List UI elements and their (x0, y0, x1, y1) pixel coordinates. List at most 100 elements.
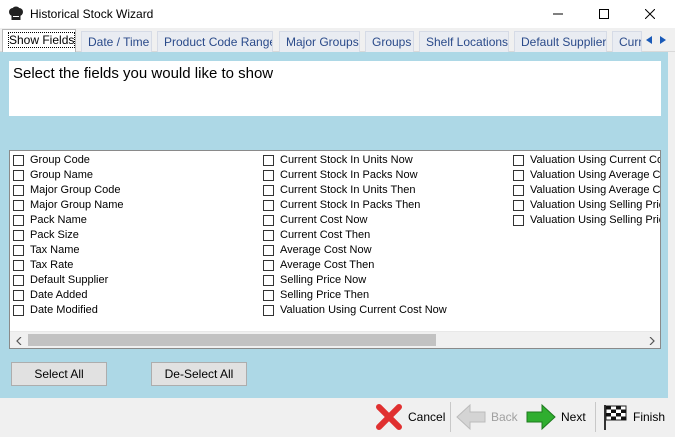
checkbox[interactable] (513, 185, 524, 196)
footer-separator (595, 402, 596, 432)
checkbox[interactable] (13, 230, 24, 241)
finish-button[interactable]: Finish (601, 400, 665, 434)
chevron-right-icon (649, 336, 655, 345)
field-item[interactable]: Valuation Using Average C (510, 168, 660, 183)
checkbox[interactable] (263, 245, 274, 256)
checkbox[interactable] (263, 155, 274, 166)
field-item[interactable]: Average Cost Then (260, 258, 510, 273)
chef-hat-icon (9, 6, 23, 20)
tab-date-time[interactable]: Date / Time (81, 31, 152, 52)
close-button[interactable] (627, 0, 673, 28)
checkbox[interactable] (13, 260, 24, 271)
scroll-left-button[interactable] (10, 332, 27, 348)
tab-default-supplier[interactable]: Default Supplier (514, 31, 607, 52)
field-item[interactable]: Date Modified (10, 303, 260, 318)
select-all-button[interactable]: Select All (11, 362, 107, 386)
tab-major-groups[interactable]: Major Groups (279, 31, 360, 52)
tab-left-arrow-icon (646, 36, 652, 44)
checkbox[interactable] (263, 200, 274, 211)
checkbox[interactable] (513, 155, 524, 166)
tab-show-fields[interactable]: Show Fields (2, 29, 76, 52)
field-item[interactable]: Current Stock In Units Now (260, 153, 510, 168)
tab-scroll-right-button[interactable] (656, 32, 670, 48)
checkbox[interactable] (263, 275, 274, 286)
back-button[interactable]: Back (455, 400, 518, 434)
checkbox[interactable] (263, 290, 274, 301)
field-item[interactable]: Selling Price Then (260, 288, 510, 303)
checkbox[interactable] (13, 200, 24, 211)
checkbox[interactable] (263, 305, 274, 316)
checkbox[interactable] (263, 170, 274, 181)
checkbox[interactable] (13, 215, 24, 226)
checkbox[interactable] (263, 230, 274, 241)
fields-column-2: Current Stock In Units Now Current Stock… (260, 153, 510, 318)
scrollbar-thumb[interactable] (28, 334, 436, 346)
field-item[interactable]: Current Stock In Packs Then (260, 198, 510, 213)
checkbox[interactable] (13, 155, 24, 166)
checkbox[interactable] (513, 215, 524, 226)
fields-checklist: Group Code Group Name Major Group Code M… (9, 150, 661, 349)
maximize-icon (599, 9, 609, 19)
field-item[interactable]: Current Stock In Units Then (260, 183, 510, 198)
field-item[interactable]: Average Cost Now (260, 243, 510, 258)
field-item[interactable]: Current Cost Now (260, 213, 510, 228)
checkbox[interactable] (263, 185, 274, 196)
checkbox[interactable] (513, 200, 524, 211)
instruction-box: Select the fields you would like to show (9, 61, 661, 116)
tab-shelf-locations[interactable]: Shelf Locations (419, 31, 509, 52)
field-item[interactable]: Valuation Using Selling Pric (510, 198, 660, 213)
field-item[interactable]: Valuation Using Average C (510, 183, 660, 198)
tab-scroll-left-button[interactable] (642, 32, 656, 48)
field-item[interactable]: Group Name (10, 168, 260, 183)
fields-column-1: Group Code Group Name Major Group Code M… (10, 153, 260, 318)
checkbox[interactable] (13, 185, 24, 196)
checkbox[interactable] (263, 260, 274, 271)
field-item[interactable]: Tax Name (10, 243, 260, 258)
field-item[interactable]: Valuation Using Current Co (510, 153, 660, 168)
fields-column-3: Valuation Using Current Co Valuation Usi… (510, 153, 660, 228)
field-item[interactable]: Default Supplier (10, 273, 260, 288)
tab-product-code-range[interactable]: Product Code Range (157, 31, 273, 52)
checkered-flag-icon (604, 405, 627, 430)
field-item[interactable]: Current Cost Then (260, 228, 510, 243)
deselect-all-button[interactable]: De-Select All (151, 362, 247, 386)
red-x-icon (376, 404, 402, 430)
wizard-footer: Cancel Back Next Finish (0, 398, 675, 437)
wizard-panel: Select the fields you would like to show… (0, 52, 668, 398)
checkbox[interactable] (513, 170, 524, 181)
field-item[interactable]: Pack Name (10, 213, 260, 228)
checkbox[interactable] (13, 290, 24, 301)
field-item[interactable]: Selling Price Now (260, 273, 510, 288)
tab-groups[interactable]: Groups (365, 31, 414, 52)
chevron-left-icon (15, 336, 21, 345)
checkbox[interactable] (13, 275, 24, 286)
maximize-button[interactable] (581, 0, 627, 28)
tab-right-arrow-icon (660, 36, 666, 44)
checkbox[interactable] (263, 215, 274, 226)
field-item[interactable]: Pack Size (10, 228, 260, 243)
field-item[interactable]: Major Group Code (10, 183, 260, 198)
checkbox[interactable] (13, 170, 24, 181)
title-bar: Historical Stock Wizard (0, 0, 675, 28)
field-item[interactable]: Major Group Name (10, 198, 260, 213)
minimize-icon (553, 13, 563, 15)
minimize-button[interactable] (535, 0, 581, 28)
vertical-scrollbar[interactable] (668, 52, 675, 398)
back-arrow-icon (456, 403, 486, 431)
instruction-text: Select the fields you would like to show (13, 65, 274, 82)
scroll-right-button[interactable] (643, 332, 660, 348)
checkbox[interactable] (13, 305, 24, 316)
field-item[interactable]: Date Added (10, 288, 260, 303)
field-item[interactable]: Valuation Using Selling Pric (510, 213, 660, 228)
field-item[interactable]: Valuation Using Current Cost Now (260, 303, 510, 318)
close-icon (645, 9, 655, 19)
field-item[interactable]: Group Code (10, 153, 260, 168)
window-title: Historical Stock Wizard (30, 7, 154, 21)
field-item[interactable]: Tax Rate (10, 258, 260, 273)
field-item[interactable]: Current Stock In Packs Now (260, 168, 510, 183)
cancel-button[interactable]: Cancel (374, 400, 445, 434)
tab-current[interactable]: Curr (612, 31, 642, 52)
next-button[interactable]: Next (525, 400, 586, 434)
checkbox[interactable] (13, 245, 24, 256)
horizontal-scrollbar[interactable] (10, 331, 660, 348)
